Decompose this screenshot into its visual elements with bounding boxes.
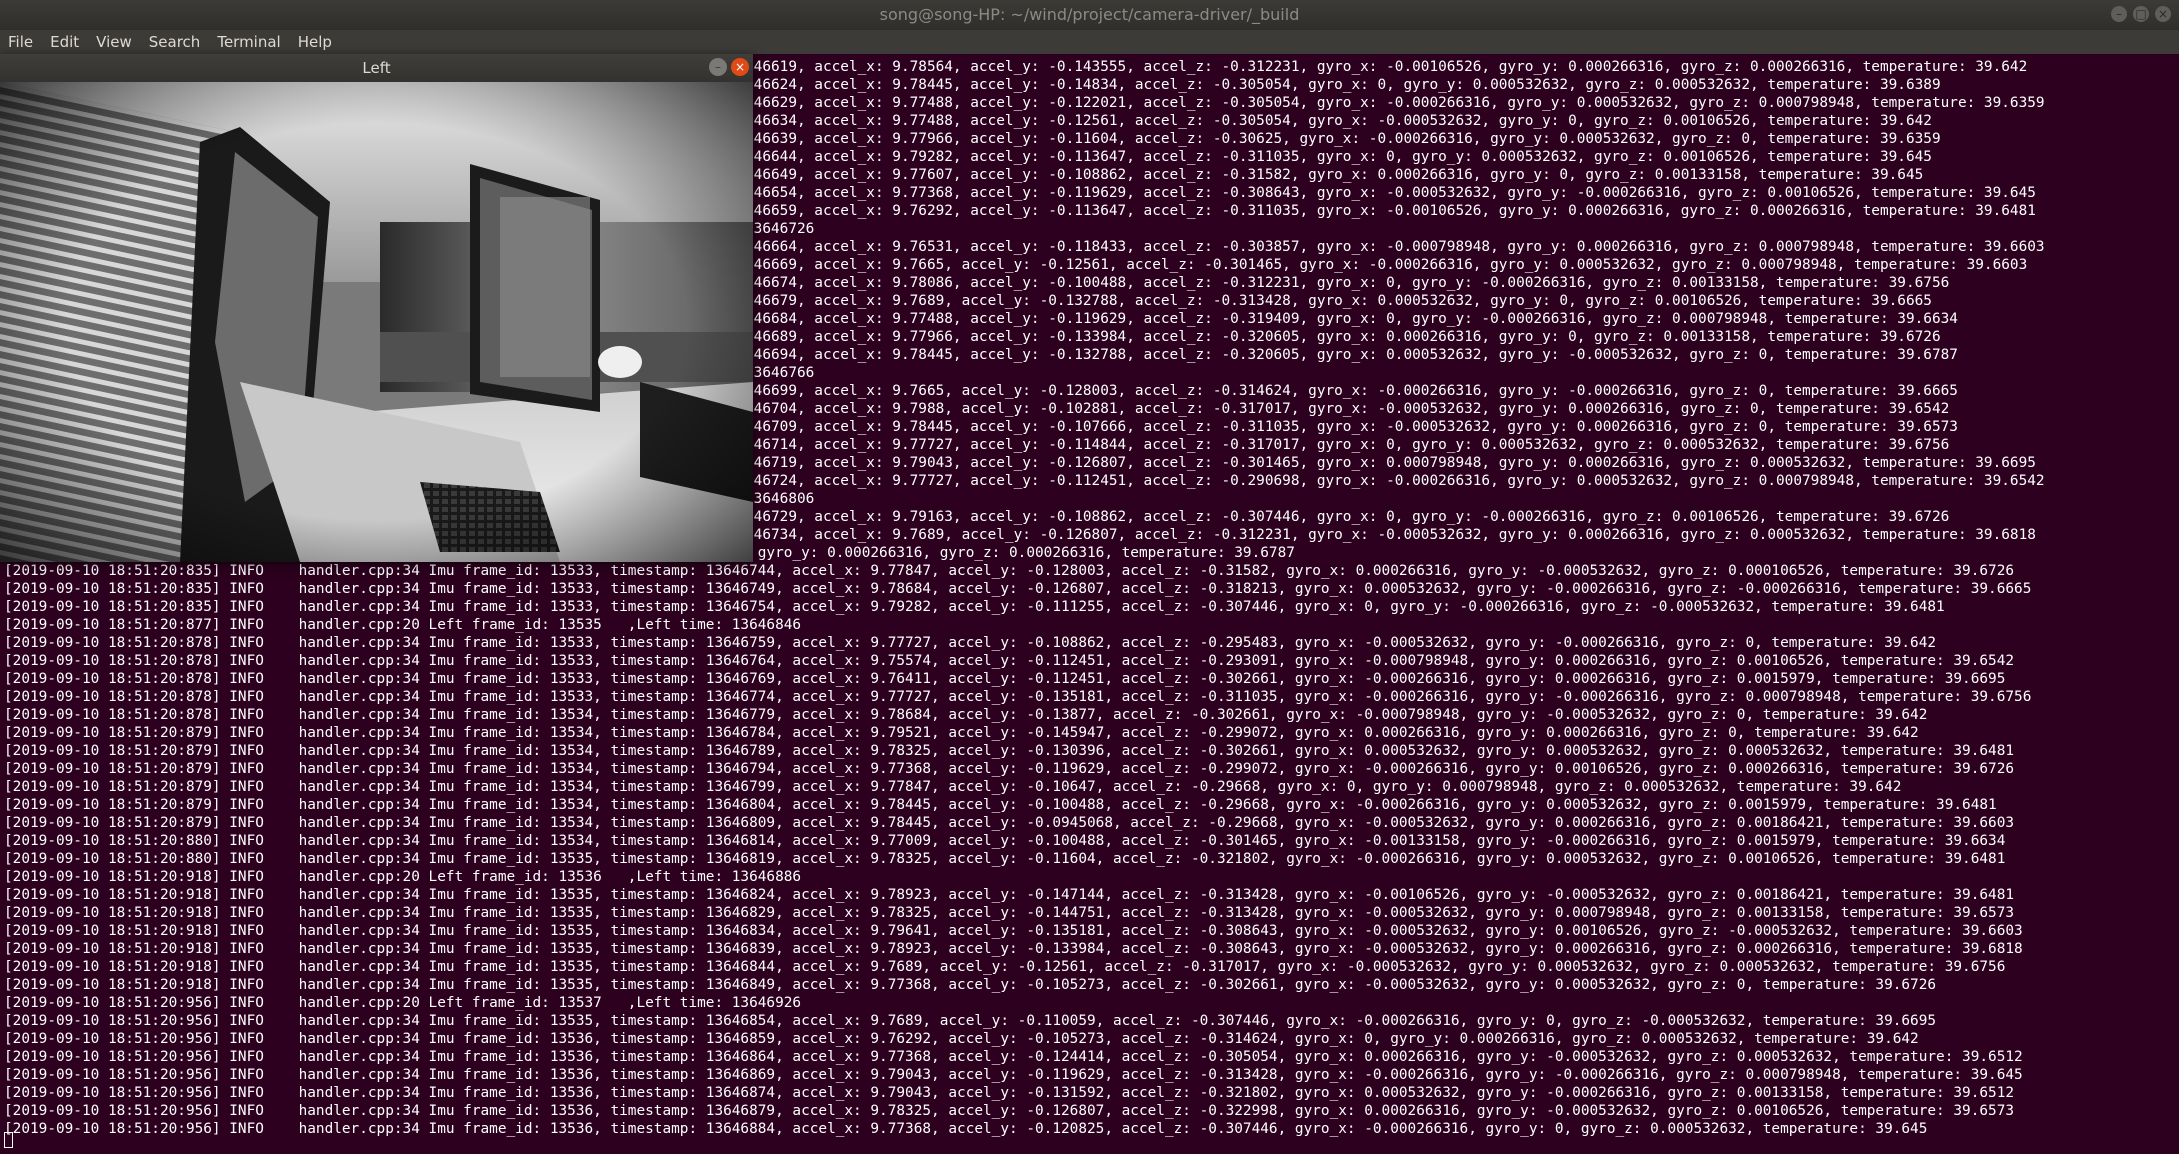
terminal-line: 646679, accel_x: 9.7689, accel_y: -0.132… [745,293,1932,309]
menu-view[interactable]: View [96,33,132,51]
menu-terminal[interactable]: Terminal [217,33,280,51]
close-button[interactable]: × [2155,6,2171,22]
terminal-line: [2019-09-10 18:51:20:878] INFO handler.c… [4,671,2006,687]
terminal-line: [2019-09-10 18:51:20:918] INFO handler.c… [4,905,2015,921]
terminal-line: [2019-09-10 18:51:20:918] INFO handler.c… [4,869,802,885]
terminal-line: 646669, accel_x: 9.7665, accel_y: -0.125… [745,257,2028,273]
terminal-line: [2019-09-10 18:51:20:956] INFO handler.c… [4,1103,2015,1119]
image-window-title: Left [362,59,391,77]
terminal-line: 646694, accel_x: 9.78445, accel_y: -0.13… [745,347,1958,363]
terminal-line: [2019-09-10 18:51:20:878] INFO handler.c… [4,653,2015,669]
terminal-line: 646619, accel_x: 9.78564, accel_y: -0.14… [745,59,2028,75]
terminal-line: [2019-09-10 18:51:20:879] INFO handler.c… [4,725,1919,741]
terminal-line: [2019-09-10 18:51:20:918] INFO handler.c… [4,923,2023,939]
terminal-line: 646624, accel_x: 9.78445, accel_y: -0.14… [745,77,1941,93]
terminal-line: 646664, accel_x: 9.76531, accel_y: -0.11… [745,239,2045,255]
image-window-controls: – × [709,58,749,76]
menu-bar: File Edit View Search Terminal Help [0,30,2179,54]
terminal-line: [2019-09-10 18:51:20:835] INFO handler.c… [4,563,2015,579]
terminal-line: 646729, accel_x: 9.79163, accel_y: -0.10… [745,509,1950,525]
terminal-line: [2019-09-10 18:51:20:956] INFO handler.c… [4,1031,1919,1047]
terminal-line: [2019-09-10 18:51:20:956] INFO handler.c… [4,1121,1928,1137]
terminal-line: [2019-09-10 18:51:20:835] INFO handler.c… [4,581,2032,597]
menu-search[interactable]: Search [149,33,201,51]
terminal-line: 646644, accel_x: 9.79282, accel_y: -0.11… [745,149,1932,165]
terminal-line: [2019-09-10 18:51:20:880] INFO handler.c… [4,851,2006,867]
terminal-line: 646649, accel_x: 9.77607, accel_y: -0.10… [745,167,1924,183]
terminal-line: [2019-09-10 18:51:20:880] INFO handler.c… [4,833,2006,849]
terminal-line: [2019-09-10 18:51:20:918] INFO handler.c… [4,887,2015,903]
terminal-line: 646639, accel_x: 9.77966, accel_y: -0.11… [745,131,1941,147]
image-window-titlebar[interactable]: Left – × [0,54,753,82]
terminal-line: 13646726 [745,221,815,237]
terminal-line: 646629, accel_x: 9.77488, accel_y: -0.12… [745,95,2045,111]
terminal-line: 646659, accel_x: 9.76292, accel_y: -0.11… [745,203,2036,219]
terminal-line: [2019-09-10 18:51:20:956] INFO handler.c… [4,1085,2015,1101]
camera-image-window[interactable]: Left – × [0,54,753,562]
terminal-line: [2019-09-10 18:51:20:918] INFO handler.c… [4,977,1937,993]
terminal-line: [2019-09-10 18:51:20:879] INFO handler.c… [4,743,2015,759]
menu-file[interactable]: File [8,33,33,51]
terminal-line: 646734, accel_x: 9.7689, accel_y: -0.126… [745,527,2036,543]
window-title: song@song-HP: ~/wind/project/camera-driv… [879,5,1300,24]
terminal-line: 646634, accel_x: 9.77488, accel_y: -0.12… [745,113,1932,129]
terminal-line: 646654, accel_x: 9.77368, accel_y: -0.11… [745,185,2036,201]
terminal-line: [2019-09-10 18:51:20:877] INFO handler.c… [4,617,802,633]
terminal-line: [2019-09-10 18:51:20:878] INFO handler.c… [4,635,1937,651]
terminal-line: [2019-09-10 18:51:20:879] INFO handler.c… [4,761,2015,777]
image-window-minimize-button[interactable]: – [709,58,727,76]
terminal-line: 646684, accel_x: 9.77488, accel_y: -0.11… [745,311,1958,327]
terminal-line: [2019-09-10 18:51:20:918] INFO handler.c… [4,959,2006,975]
terminal-line: [2019-09-10 18:51:20:879] INFO handler.c… [4,797,1997,813]
terminal-line: [2019-09-10 18:51:20:956] INFO handler.c… [4,1013,1937,1029]
terminal-line: 646709, accel_x: 9.78445, accel_y: -0.10… [745,419,1958,435]
terminal-line: 646704, accel_x: 9.7988, accel_y: -0.102… [745,401,1950,417]
menu-edit[interactable]: Edit [50,33,79,51]
terminal-line: [2019-09-10 18:51:20:956] INFO handler.c… [4,1067,2023,1083]
terminal-line: [2019-09-10 18:51:20:918] INFO handler.c… [4,941,2023,957]
terminal-line: 646699, accel_x: 9.7665, accel_y: -0.128… [745,383,1958,399]
terminal-line: 646724, accel_x: 9.77727, accel_y: -0.11… [745,473,2045,489]
minimize-button[interactable]: – [2111,6,2127,22]
terminal-line: 646689, accel_x: 9.77966, accel_y: -0.13… [745,329,1941,345]
terminal-line: [2019-09-10 18:51:20:835] INFO handler.c… [4,599,1945,615]
terminal-cursor [4,1132,13,1148]
terminal-line: [2019-09-10 18:51:20:879] INFO handler.c… [4,815,2015,831]
maximize-button[interactable]: □ [2133,6,2149,22]
menu-help[interactable]: Help [298,33,332,51]
terminal-line: 13646766 [745,365,815,381]
window-titlebar: song@song-HP: ~/wind/project/camera-driv… [0,0,2179,30]
terminal-line: 646719, accel_x: 9.79043, accel_y: -0.12… [745,455,2036,471]
window-controls: – □ × [2111,6,2171,22]
terminal-line: 646714, accel_x: 9.77727, accel_y: -0.11… [745,437,1950,453]
terminal-line: [2019-09-10 18:51:20:878] INFO handler.c… [4,707,1928,723]
terminal-line: 13646806 [745,491,815,507]
image-window-close-button[interactable]: × [731,58,749,76]
terminal-line: [2019-09-10 18:51:20:879] INFO handler.c… [4,779,1902,795]
terminal-line: [2019-09-10 18:51:20:956] INFO handler.c… [4,995,802,1011]
terminal-line: [2019-09-10 18:51:20:956] INFO handler.c… [4,1049,2023,1065]
camera-image [0,82,753,562]
terminal-line: [2019-09-10 18:51:20:878] INFO handler.c… [4,689,2032,705]
terminal-line: 646674, accel_x: 9.78086, accel_y: -0.10… [745,275,1950,291]
